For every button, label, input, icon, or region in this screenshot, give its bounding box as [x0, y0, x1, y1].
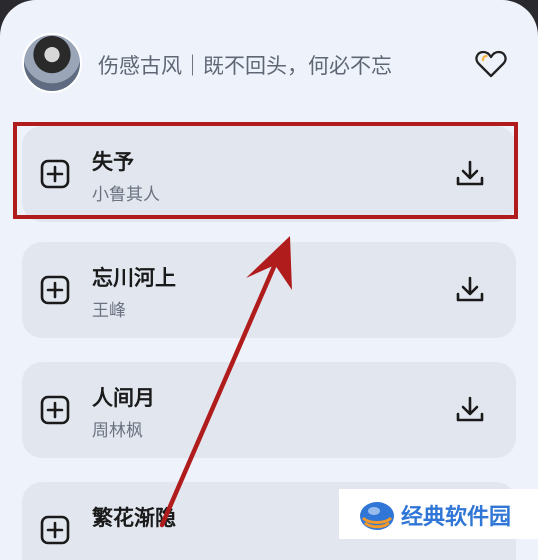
watermark: 经典软件园 [339, 489, 538, 539]
watermark-text: 经典软件园 [401, 505, 512, 530]
song-title: 忘川河上 [92, 266, 176, 290]
song-artist: 周林枫 [92, 421, 143, 441]
song-card-3[interactable]: 人间月 周林枫 [22, 362, 516, 458]
download-icon[interactable] [454, 394, 486, 426]
add-square-icon[interactable] [40, 275, 70, 305]
download-icon[interactable] [454, 274, 486, 306]
add-square-icon[interactable] [40, 515, 70, 545]
playlist-title: 伤感古风｜既不回头，何必不忘 [98, 54, 392, 78]
song-title: 人间月 [92, 386, 155, 410]
song-artist: 王峰 [92, 301, 126, 321]
avatar[interactable] [22, 33, 82, 93]
playlist-header: 伤感古风｜既不回头，何必不忘 [22, 33, 518, 95]
song-card-2[interactable]: 忘川河上 王峰 [22, 242, 516, 338]
song-title: 繁花渐隐 [92, 506, 176, 530]
add-square-icon[interactable] [40, 395, 70, 425]
playlist-sheet: 伤感古风｜既不回头，何必不忘 失予 小鲁其人 忘川河上 王峰 人间月 周林枫 繁… [0, 0, 538, 560]
heart-icon[interactable] [474, 47, 508, 81]
watermark-logo-icon [360, 502, 394, 530]
highlight-box [13, 122, 518, 219]
